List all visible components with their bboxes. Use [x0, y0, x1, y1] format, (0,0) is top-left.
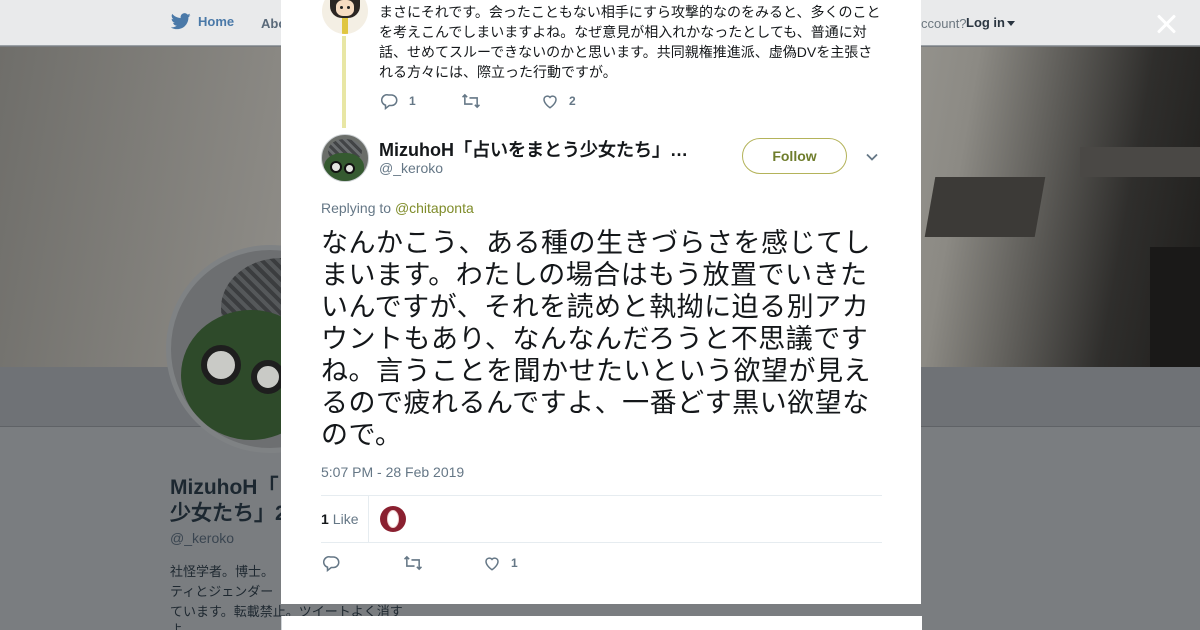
- parent-retweet-button[interactable]: [461, 92, 541, 110]
- reply-icon: [323, 556, 340, 572]
- close-icon[interactable]: [1151, 10, 1181, 40]
- nav-account-text: ccount?: [921, 16, 967, 31]
- likes-label: Like: [332, 511, 359, 527]
- retweet-icon: [403, 555, 423, 571]
- profile-handle: @_keroko: [170, 530, 235, 546]
- profile-bio-line-4: よ。: [170, 622, 197, 630]
- author-avatar[interactable]: [321, 134, 369, 182]
- parent-like-button[interactable]: 2: [541, 92, 576, 110]
- author-name[interactable]: MizuhoH「占いをまとう少女たち」…: [379, 136, 694, 162]
- stats-divider: [368, 496, 369, 543]
- chevron-down-icon[interactable]: [865, 150, 879, 164]
- tweet-text: なんかこう、ある種の生きづらさを感じてしまいます。わたしの場合はもう放置でいきた…: [321, 228, 871, 450]
- parent-tweet-actions: 1 2: [381, 92, 576, 110]
- profile-bio: 社怪学者。博士。 ティとジェンダー: [170, 562, 282, 602]
- author-handle[interactable]: @_keroko: [379, 160, 443, 176]
- reply-icon: [381, 94, 398, 110]
- retweet-button[interactable]: [403, 554, 483, 572]
- tweet-timestamp[interactable]: 5:07 PM - 28 Feb 2019: [321, 464, 464, 480]
- parent-like-count: 2: [569, 94, 576, 108]
- heart-icon: [543, 95, 557, 109]
- tweet-actions: 1: [323, 554, 518, 572]
- profile-name-line1: MizuhoH「占: [170, 476, 282, 499]
- replying-prefix: Replying to: [321, 200, 392, 216]
- nav-home-label: Home: [198, 14, 235, 29]
- replying-to: Replying to @chitaponta: [321, 200, 474, 216]
- retweet-icon: [461, 93, 481, 109]
- likes-stat[interactable]: 1 Like: [321, 511, 358, 527]
- reply-button[interactable]: [323, 554, 403, 572]
- parent-reply-button[interactable]: 1: [381, 92, 461, 110]
- parent-reply-count: 1: [409, 94, 416, 108]
- like-button[interactable]: 1: [483, 554, 518, 572]
- thread-line: [342, 36, 346, 128]
- profile-bio-line: 社怪学者。博士。: [170, 564, 275, 579]
- parent-tweet-avatar[interactable]: [322, 0, 368, 34]
- follow-button[interactable]: Follow: [742, 138, 847, 174]
- parent-tweet-text: まさにそれです。会ったこともない相手にすら攻撃的なのをみると、多くのことを考えこ…: [379, 4, 881, 80]
- twitter-bird-icon: [171, 13, 191, 30]
- login-label: Log in: [966, 15, 1005, 30]
- likes-count: 1: [321, 511, 329, 527]
- modal-next-panel: [281, 616, 922, 630]
- liker-avatar[interactable]: [380, 506, 406, 532]
- like-count: 1: [511, 556, 518, 570]
- login-button[interactable]: Log in: [966, 15, 1015, 30]
- tweet-stats: 1 Like: [321, 495, 882, 543]
- heart-icon: [485, 557, 499, 571]
- caret-down-icon: [1007, 21, 1015, 27]
- profile-bio-line: ティとジェンダー: [170, 584, 274, 599]
- tweet-permalink-modal: まさにそれです。会ったこともない相手にすら攻撃的なのをみると、多くのことを考えこ…: [281, 0, 921, 604]
- nav-home-link[interactable]: Home: [171, 13, 234, 30]
- replying-mention-link[interactable]: @chitaponta: [395, 200, 474, 216]
- profile-name-line2: 少女たち」2: [170, 502, 282, 525]
